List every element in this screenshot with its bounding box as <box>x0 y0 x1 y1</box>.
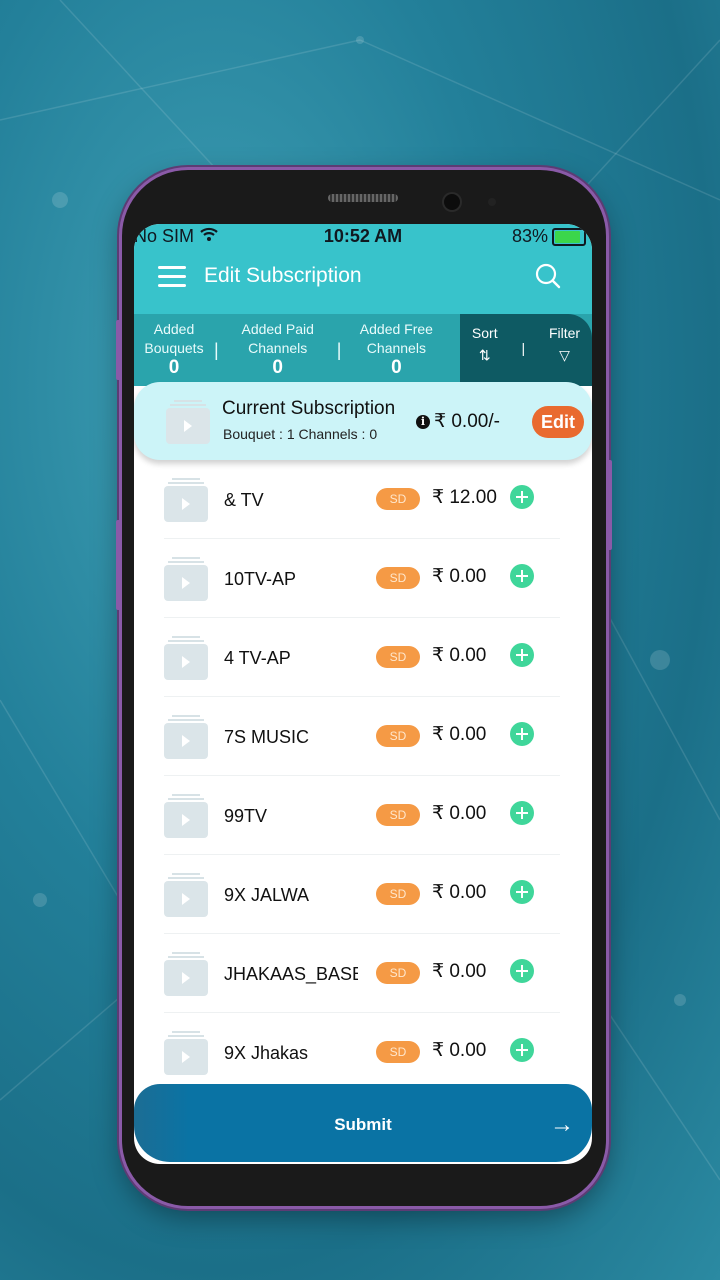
app-header: No SIM 10:52 AM 83% Edit Subscription <box>134 224 592 314</box>
title-bar: Edit Subscription <box>134 262 592 298</box>
channel-row: 4 TV-AP SD ₹ 0.00 <box>164 618 560 697</box>
quality-badge: SD <box>376 646 420 668</box>
channel-row: 9X JALWA SD ₹ 0.00 <box>164 855 560 934</box>
channel-thumbnail-icon <box>164 715 208 759</box>
quality-badge: SD <box>376 1041 420 1063</box>
proximity-sensor <box>488 198 496 206</box>
stat-label: Added Free <box>359 321 433 337</box>
stat-value: 0 <box>272 357 283 378</box>
channel-price: ₹ 0.00 <box>432 961 487 982</box>
subscription-stats-bar: Added Bouquets 0 | Added Paid Channels 0… <box>134 314 592 386</box>
channel-price: ₹ 0.00 <box>432 724 487 745</box>
add-channel-button[interactable] <box>510 564 534 588</box>
battery-percent: 83% <box>511 226 548 246</box>
add-channel-button[interactable] <box>510 722 534 746</box>
battery-indicator: 83% <box>512 226 586 247</box>
stat-label: Channels <box>248 340 308 356</box>
submit-button[interactable]: Submit → <box>134 1084 592 1162</box>
stat-added-bouquets: Added Bouquets 0 <box>134 314 214 386</box>
add-channel-button[interactable] <box>510 801 534 825</box>
quality-badge: SD <box>376 567 420 589</box>
stat-value: 0 <box>168 357 180 378</box>
front-camera <box>444 194 460 210</box>
current-subscription-price: i ₹ 0.00/- <box>416 410 500 433</box>
battery-icon <box>552 227 586 246</box>
channel-price: ₹ 0.00 <box>432 566 487 587</box>
channel-thumbnail-icon <box>164 557 208 601</box>
quality-badge: SD <box>376 962 420 984</box>
channel-price: ₹ 0.00 <box>432 1040 487 1061</box>
stat-label: Added <box>153 321 195 337</box>
stat-added-paid-channels: Added Paid Channels 0 <box>219 314 337 386</box>
submit-label: Submit <box>334 1115 392 1134</box>
info-icon[interactable]: i <box>416 414 430 429</box>
channel-thumbnail-icon <box>164 636 208 680</box>
sort-filter-panel: Sort ⇅ | Filter ▽ <box>460 314 592 386</box>
filter-label: Filter <box>548 325 581 341</box>
add-channel-button[interactable] <box>510 880 534 904</box>
arrow-right-icon: → <box>550 1111 574 1138</box>
channel-row: & TV SD ₹ 12.00 <box>164 460 560 539</box>
stat-label: Added Paid <box>241 321 314 337</box>
bixby-button <box>116 520 121 610</box>
divider: | <box>521 340 526 356</box>
sort-icon: ⇅ <box>478 347 491 363</box>
battery-fill <box>555 230 580 243</box>
add-channel-button[interactable] <box>510 959 534 983</box>
channel-thumbnail-icon <box>164 873 208 917</box>
sort-label: Sort <box>471 325 498 341</box>
stat-value: 0 <box>391 357 402 378</box>
quality-badge: SD <box>376 804 420 826</box>
edit-button[interactable]: Edit <box>532 406 584 438</box>
status-bar: No SIM 10:52 AM 83% <box>134 226 592 248</box>
channel-row: 10TV-AP SD ₹ 0.00 <box>164 539 560 618</box>
phone-frame: No SIM 10:52 AM 83% Edit Subscription Ad… <box>116 170 612 1206</box>
channel-price: ₹ 0.00 <box>432 803 487 824</box>
quality-badge: SD <box>376 488 420 510</box>
sort-button[interactable]: Sort ⇅ <box>472 322 498 386</box>
channel-name: 4 TV-AP <box>224 648 291 668</box>
current-subscription-title: Current Subscription <box>222 398 396 419</box>
channel-price: ₹ 0.00 <box>432 882 487 903</box>
channel-thumbnail-icon <box>164 478 208 522</box>
channel-thumbnail-icon <box>166 400 210 444</box>
channel-list: & TV SD ₹ 12.00 10TV-AP SD ₹ 0.00 4 TV-AP SD ₹ 0… <box>134 460 592 1092</box>
add-channel-button[interactable] <box>510 485 534 509</box>
channel-row: 9X Jhakas SD ₹ 0.00 <box>164 1013 560 1092</box>
earpiece-speaker <box>328 194 398 202</box>
current-subscription-card: Current Subscription Bouquet : 1 Channel… <box>134 382 592 460</box>
channel-row: JHAKAAS_BASE SD ₹ 0.00 <box>164 934 560 1013</box>
add-channel-button[interactable] <box>510 1038 534 1062</box>
channel-thumbnail-icon <box>164 1031 208 1075</box>
channel-row: 7S MUSIC SD ₹ 0.00 <box>164 697 560 776</box>
quality-badge: SD <box>376 883 420 905</box>
page-title: Edit Subscription <box>204 264 362 287</box>
channel-name: 10TV-AP <box>224 569 297 589</box>
stat-added-free-channels: Added Free Channels 0 <box>341 314 451 386</box>
current-subscription-summary: Bouquet : 1 Channels : 0 <box>223 426 378 442</box>
channel-name: 9X JALWA <box>224 885 310 905</box>
quality-badge: SD <box>376 725 420 747</box>
price-value: ₹ 0.00/- <box>434 411 500 432</box>
channel-row: 99TV SD ₹ 0.00 <box>164 776 560 855</box>
channel-name: 9X Jhakas <box>224 1043 309 1063</box>
channel-name: JHAKAAS_BASE <box>224 964 358 984</box>
filter-icon: ▽ <box>559 347 570 363</box>
channel-name: 7S MUSIC <box>224 727 310 747</box>
stat-label: Channels <box>366 340 426 356</box>
channel-thumbnail-icon <box>164 794 208 838</box>
add-channel-button[interactable] <box>510 643 534 667</box>
power-button <box>607 460 612 550</box>
hamburger-icon[interactable] <box>158 266 186 288</box>
channel-price: ₹ 0.00 <box>432 645 487 666</box>
channel-name: & TV <box>224 490 264 510</box>
volume-button <box>116 320 121 380</box>
channel-name: 99TV <box>224 806 268 826</box>
channel-thumbnail-icon <box>164 952 208 996</box>
app-screen: No SIM 10:52 AM 83% Edit Subscription Ad… <box>134 224 592 1164</box>
search-icon[interactable] <box>534 262 562 290</box>
channel-price: ₹ 12.00 <box>432 487 497 508</box>
stat-label: Bouquets <box>144 340 204 356</box>
filter-button[interactable]: Filter ▽ <box>549 322 580 386</box>
